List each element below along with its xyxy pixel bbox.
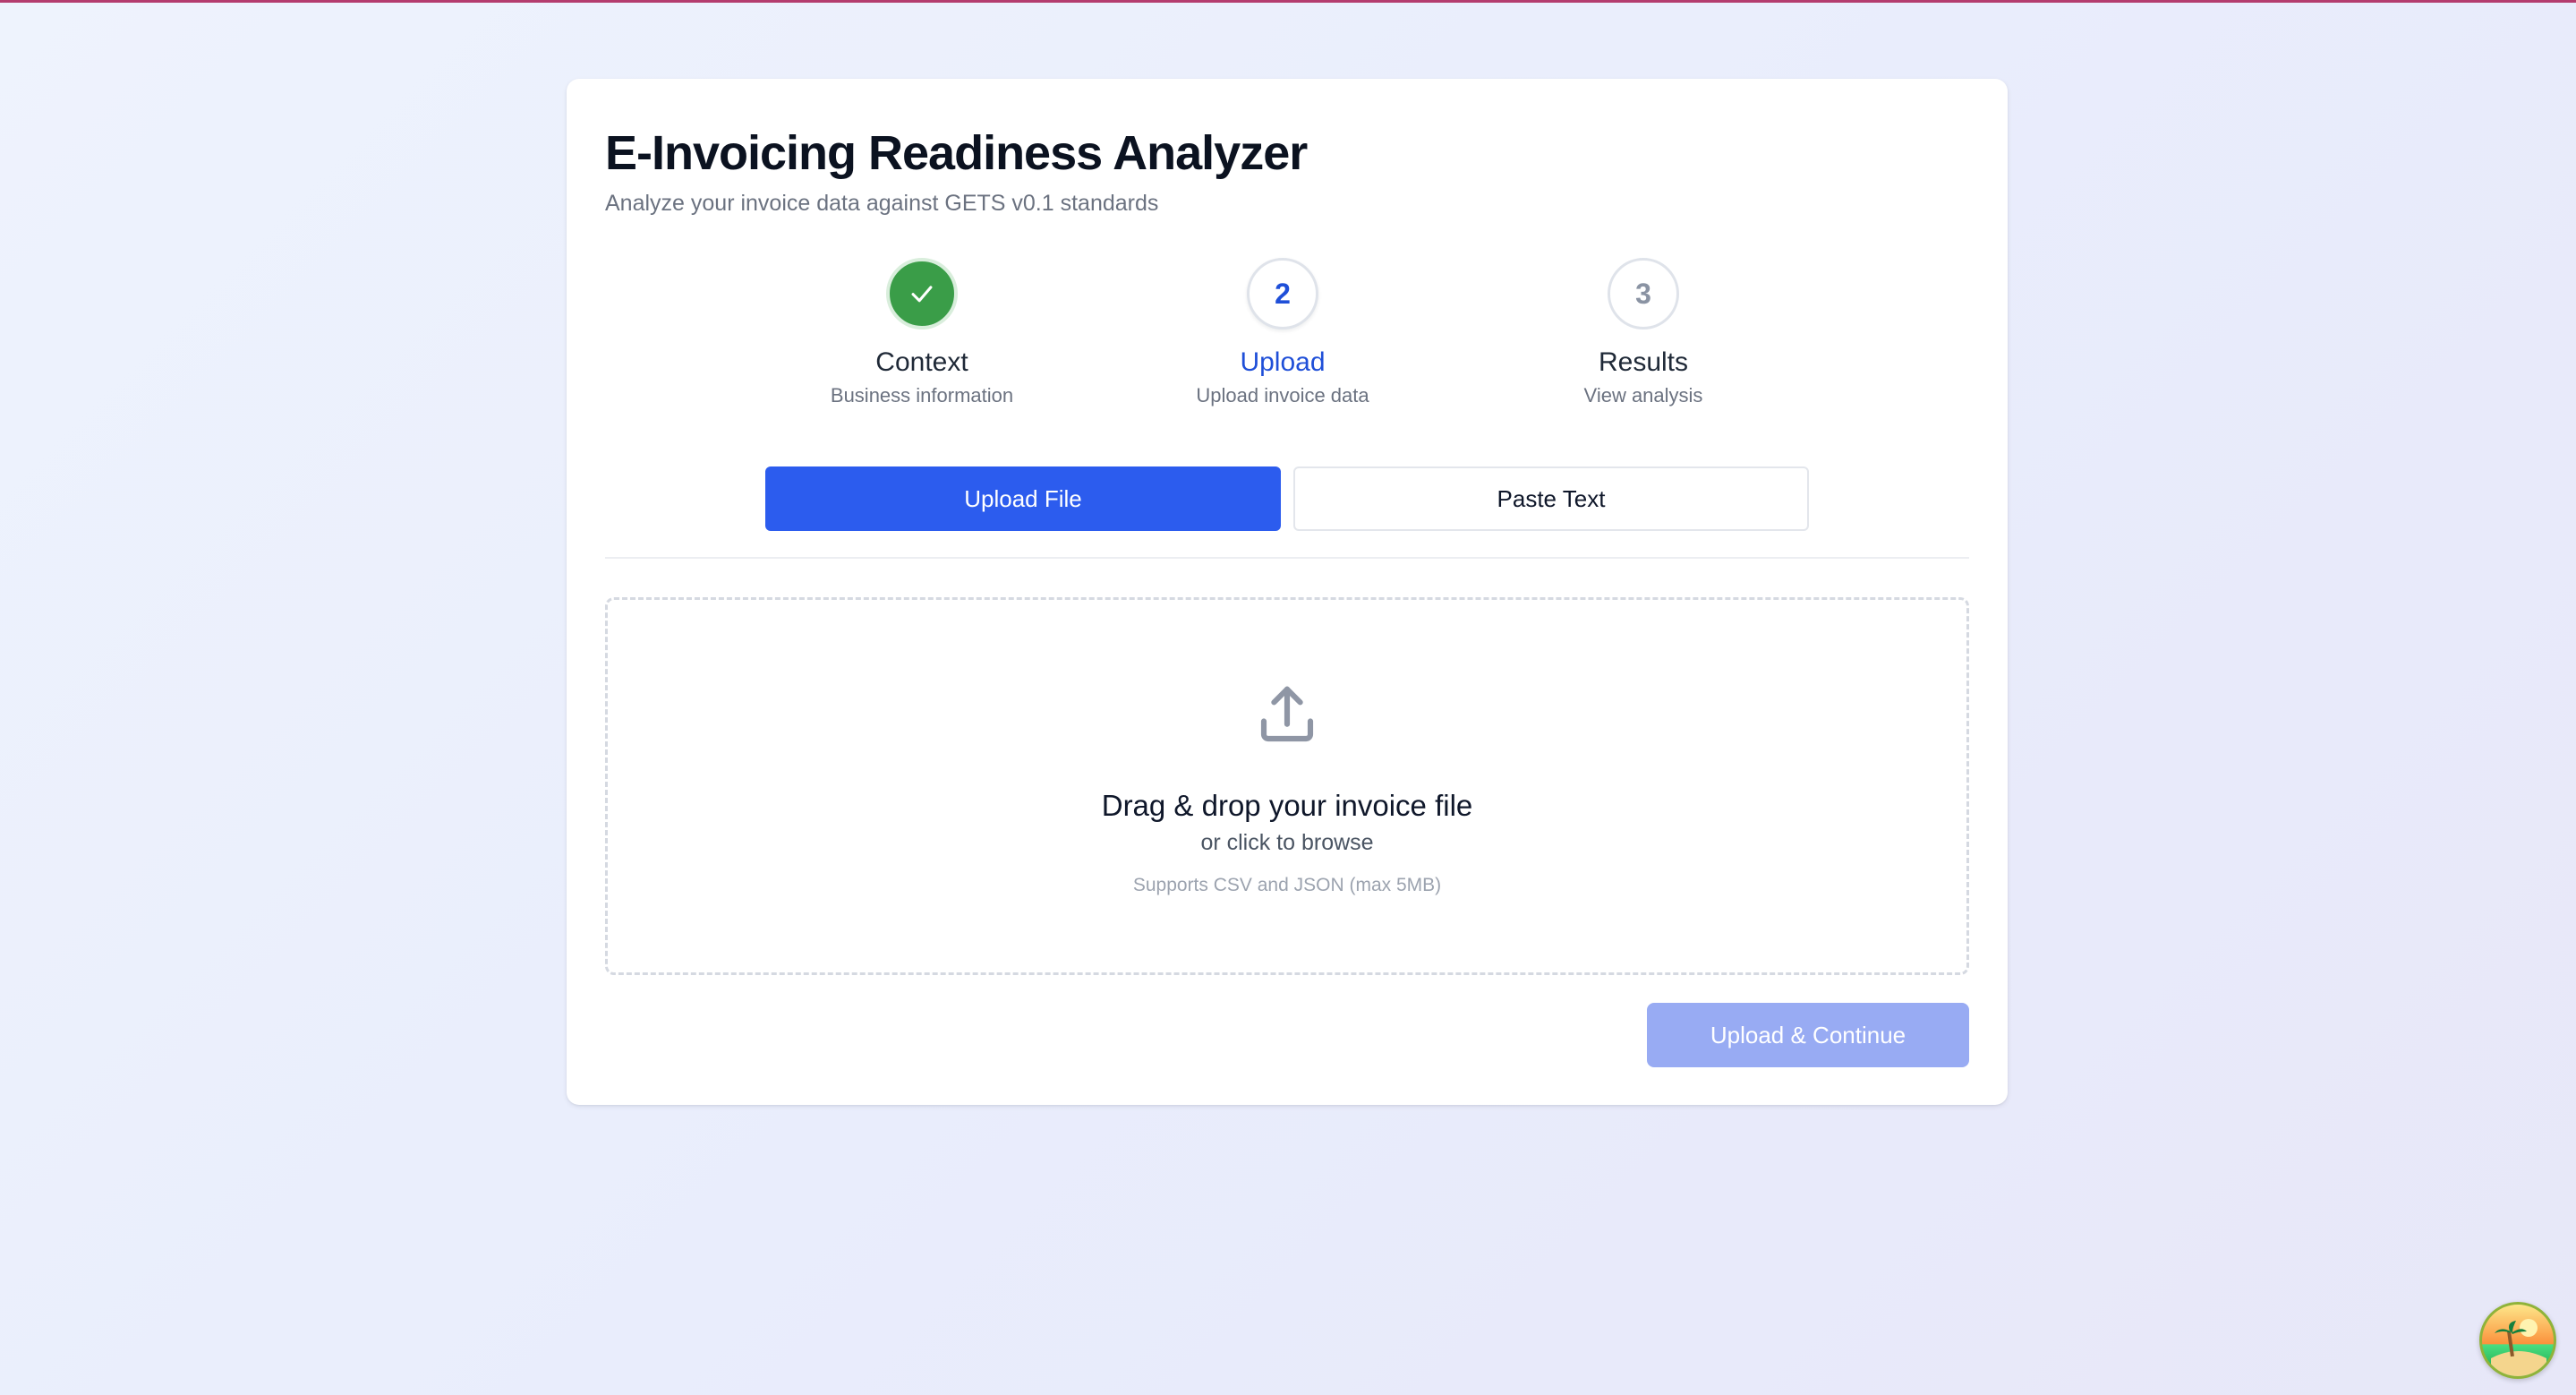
upload-continue-button[interactable]: Upload & Continue bbox=[1647, 1003, 1969, 1067]
step-upload-label: Upload bbox=[1240, 347, 1326, 377]
upload-icon bbox=[1260, 686, 1314, 742]
page-title: E-Invoicing Readiness Analyzer bbox=[605, 126, 1308, 180]
file-dropzone[interactable]: Drag & drop your invoice file or click t… bbox=[605, 597, 1969, 975]
step-upload-circle: 2 bbox=[1247, 258, 1318, 329]
top-accent-bar bbox=[0, 0, 2576, 3]
tab-paste-text[interactable]: Paste Text bbox=[1293, 466, 1809, 531]
step-context-circle bbox=[886, 258, 958, 329]
step-results: 3 Results View analysis bbox=[1509, 258, 1778, 408]
dropzone-format-note: Supports CSV and JSON (max 5MB) bbox=[1132, 875, 1442, 895]
step-results-sublabel: View analysis bbox=[1583, 384, 1703, 407]
dropzone-browse-hint: or click to browse bbox=[1200, 830, 1374, 855]
analyzer-card: E-Invoicing Readiness Analyzer Analyze y… bbox=[567, 79, 2008, 1105]
page-subtitle: Analyze your invoice data against GETS v… bbox=[605, 191, 1159, 216]
step-results-label: Results bbox=[1598, 347, 1689, 377]
step-upload: 2 Upload Upload invoice data bbox=[1148, 258, 1417, 408]
step-context-label: Context bbox=[875, 347, 968, 377]
step-results-circle: 3 bbox=[1608, 258, 1679, 329]
step-context: Context Business information bbox=[788, 258, 1056, 408]
section-divider bbox=[605, 557, 1969, 559]
step-upload-sublabel: Upload invoice data bbox=[1196, 384, 1369, 407]
dropzone-title: Drag & drop your invoice file bbox=[1101, 789, 1473, 822]
check-icon bbox=[911, 286, 933, 303]
island-avatar-icon bbox=[2491, 1319, 2546, 1376]
step-context-sublabel: Business information bbox=[830, 384, 1014, 407]
tab-upload-file[interactable]: Upload File bbox=[765, 466, 1281, 531]
avatar[interactable] bbox=[2479, 1302, 2556, 1379]
